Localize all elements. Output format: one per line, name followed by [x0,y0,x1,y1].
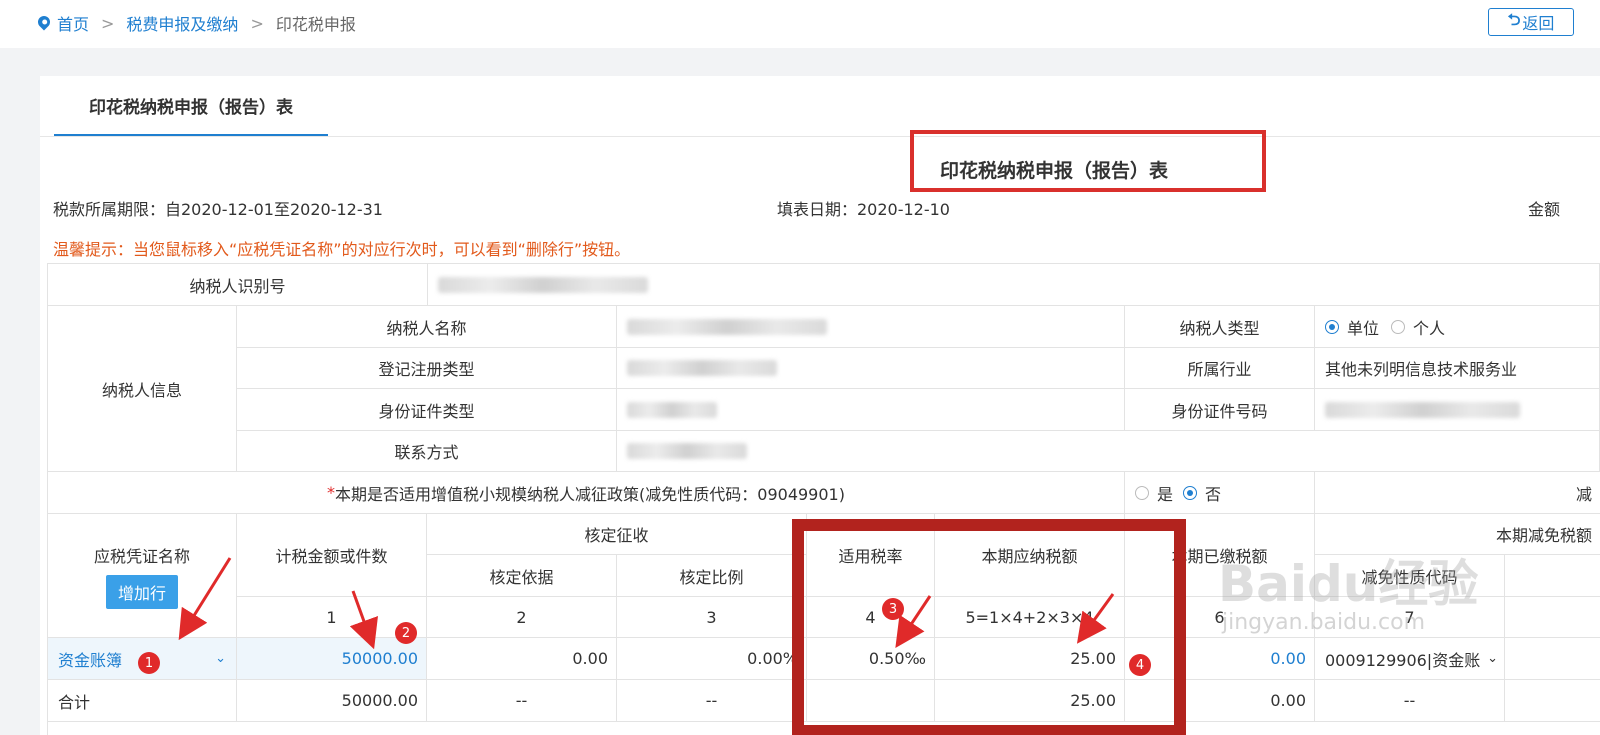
breadcrumb-home[interactable]: 首页 [57,11,89,35]
breadcrumb-tax-filing[interactable]: 税费申报及缴纳 [126,11,238,35]
location-pin-icon [35,13,53,31]
breadcrumb-current: 印花税申报 [275,15,356,34]
annotation-badge-4: 4 [1129,654,1151,676]
arrow-4 [1076,593,1115,644]
arrow-3 [895,595,932,648]
annotation-badge-1: 1 [138,652,160,674]
breadcrumb-separator: > [101,13,115,33]
breadcrumb: 首页 > 税费申报及缴纳 > 印花税申报 [35,11,356,35]
arrow-1 [178,557,232,641]
back-button-label: 返回 [1522,14,1555,33]
annotation-badge-3: 3 [882,598,904,620]
top-bar: 首页 > 税费申报及缴纳 > 印花税申报 ⮌ 返回 [0,0,1600,48]
back-button[interactable]: ⮌ 返回 [1488,8,1574,36]
return-arrow-icon: ⮌ [1507,9,1521,29]
arrow-2 [349,590,378,650]
annotation-badge-2: 2 [395,622,417,644]
form-card: 印花税纳税申报（报告）表 印花税纳税申报（报告）表 税款所属期限：自2020-1… [40,76,1600,735]
annotation-arrows [178,557,1115,650]
breadcrumb-separator: > [250,13,264,33]
